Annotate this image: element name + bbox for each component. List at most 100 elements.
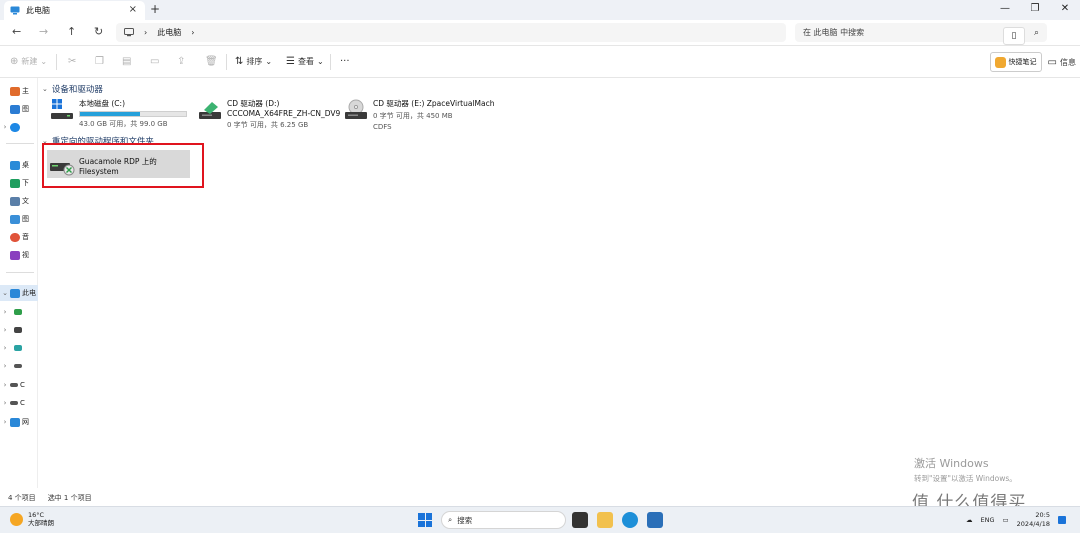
- share-icon[interactable]: ⇪: [177, 56, 185, 67]
- toolbar-divider: [226, 54, 227, 70]
- highlight-box: [42, 143, 204, 188]
- breadcrumb-this-pc[interactable]: 此电脑: [157, 27, 181, 38]
- group-title: 设备和驱动器: [51, 85, 103, 95]
- drive-filesystem: CDFS: [373, 123, 392, 131]
- sidebar-item-desktop[interactable]: 桌: [0, 157, 38, 173]
- chevron-right-icon[interactable]: ›: [0, 381, 10, 389]
- drive-space-text: 0 字节 可用，共 6.25 GB: [227, 121, 309, 129]
- monitor-icon: [10, 6, 20, 15]
- window-controls: — ❐ ✕: [990, 0, 1080, 20]
- chevron-right-icon[interactable]: ›: [0, 123, 10, 131]
- details-button[interactable]: ▭ 信息: [1048, 57, 1076, 68]
- chevron-right-icon[interactable]: ›: [0, 308, 10, 316]
- sidebar-item-drive-d[interactable]: ›: [0, 322, 38, 338]
- sidebar-item-gallery[interactable]: 图: [0, 101, 38, 117]
- weather-widget[interactable]: 16°C 大部晴朗: [10, 511, 54, 527]
- video-icon: [10, 250, 20, 260]
- taskbar-search[interactable]: ⌕ 搜索: [441, 511, 566, 529]
- activation-watermark: 激活 Windows 转到"设置"以激活 Windows。: [914, 455, 1017, 484]
- sidebar-item-videos[interactable]: 视: [0, 247, 38, 263]
- chevron-right-icon: ›: [144, 28, 148, 37]
- up-arrow-icon[interactable]: ↑: [67, 25, 76, 38]
- more-options-icon[interactable]: ···: [340, 56, 350, 67]
- drive-label: CCCOMA_X64FRE_ZH-CN_DV9: [227, 109, 341, 118]
- back-arrow-icon[interactable]: ←: [12, 25, 21, 38]
- chevron-down-icon[interactable]: ⌄: [0, 289, 10, 297]
- sidebar-item-cd-drive-1[interactable]: › C: [0, 377, 38, 393]
- minimize-button[interactable]: —: [990, 0, 1020, 20]
- home-icon: [10, 86, 20, 96]
- chevron-down-icon: ⌄: [42, 85, 48, 93]
- weather-temp: 16°C: [28, 511, 45, 519]
- gallery-icon: [10, 104, 20, 114]
- clock[interactable]: 20:5 2024/4/18: [1017, 511, 1050, 529]
- sidebar-item-music[interactable]: 音: [0, 229, 38, 245]
- drive-usage-bar: [79, 111, 187, 117]
- view-icon: ☰: [286, 56, 295, 67]
- sidebar-item-home[interactable]: 主: [0, 83, 38, 99]
- search-icon: ⌕: [448, 515, 453, 524]
- chevron-down-icon: ⌄: [265, 57, 273, 66]
- tab-this-pc[interactable]: 此电脑 ×: [4, 1, 145, 20]
- chevron-right-icon[interactable]: ›: [0, 362, 10, 370]
- task-view-icon[interactable]: [572, 512, 588, 528]
- cd-drive-icon: [344, 98, 368, 122]
- drive-item-d[interactable]: CD 驱动器 (D:) CCCOMA_X64FRE_ZH-CN_DV9 0 字节…: [198, 98, 340, 130]
- sidebar-item-network[interactable]: › 网: [0, 414, 38, 430]
- sidebar-item-cd-drive-2[interactable]: › C: [0, 395, 38, 411]
- sidebar-item-onedrive[interactable]: ›: [0, 119, 38, 135]
- toolbar-divider: [56, 54, 57, 70]
- sidebar-item-this-pc[interactable]: ⌄ 此电: [0, 285, 38, 301]
- drive-icon: [14, 327, 22, 333]
- forward-arrow-icon[interactable]: →: [39, 25, 48, 38]
- store-icon[interactable]: [647, 512, 663, 528]
- cloud-icon[interactable]: ☁: [966, 516, 973, 524]
- breadcrumb[interactable]: › 此电脑 ›: [116, 23, 786, 42]
- monitor-icon: [10, 288, 20, 298]
- sidebar-divider: [6, 143, 34, 144]
- new-tab-button[interactable]: +: [150, 2, 160, 16]
- copy-icon[interactable]: ❐: [95, 56, 104, 67]
- taskbar-search-label: 搜索: [457, 515, 473, 525]
- cd-drive-icon: [10, 383, 18, 387]
- edge-icon[interactable]: [622, 512, 638, 528]
- refresh-icon[interactable]: ↻: [94, 25, 103, 38]
- drive-item-c[interactable]: 本地磁盘 (C:) 43.0 GB 可用，共 99.0 GB: [50, 98, 187, 129]
- windows-start-icon[interactable]: [418, 513, 432, 527]
- chevron-right-icon[interactable]: ›: [0, 326, 10, 334]
- sidebar-item-pictures[interactable]: 图: [0, 211, 38, 227]
- network-icon[interactable]: ▭: [1003, 516, 1009, 524]
- sort-button[interactable]: ⇅ 排序 ⌄: [235, 56, 272, 67]
- cut-icon[interactable]: ✂: [68, 56, 76, 67]
- chevron-right-icon[interactable]: ›: [0, 418, 10, 426]
- drive-item-e[interactable]: CD 驱动器 (E:) ZpaceVirtualMach 0 字节 可用，共 4…: [344, 98, 494, 131]
- delete-icon[interactable]: 🗑: [205, 56, 218, 67]
- restore-button[interactable]: ❐: [1020, 0, 1050, 20]
- close-button[interactable]: ✕: [1050, 0, 1080, 20]
- new-button[interactable]: ⊕ 新建 ⌄: [10, 56, 47, 67]
- chevron-right-icon: ›: [191, 28, 195, 37]
- view-button[interactable]: ☰ 查看 ⌄: [286, 56, 324, 67]
- rename-icon[interactable]: ▭: [150, 56, 159, 67]
- file-explorer-icon[interactable]: [597, 512, 613, 528]
- chevron-right-icon[interactable]: ›: [0, 399, 10, 407]
- watermark-title: 激活 Windows: [914, 457, 989, 470]
- sidebar-item-drive-e[interactable]: ›: [0, 340, 38, 356]
- drive-icon: [14, 345, 22, 351]
- sidebar-item-downloads[interactable]: 下: [0, 175, 38, 191]
- chevron-right-icon[interactable]: ›: [0, 344, 10, 352]
- sidebar-item-documents[interactable]: 文: [0, 193, 38, 209]
- language-indicator[interactable]: ENG: [980, 516, 994, 524]
- notification-icon[interactable]: [1058, 516, 1066, 524]
- address-bar: ← → ↑ ↻ › 此电脑 › 在 此电脑 中搜索 ⌕: [0, 20, 1080, 46]
- paste-icon[interactable]: ▤: [122, 56, 131, 67]
- clock-date: 2024/4/18: [1016, 520, 1050, 528]
- copy-icon[interactable]: ▯: [1003, 27, 1025, 45]
- quick-notes-button[interactable]: 快捷笔记: [989, 52, 1042, 72]
- tab-close-icon[interactable]: ×: [129, 4, 137, 15]
- group-header-devices[interactable]: ⌄ 设备和驱动器: [42, 83, 103, 95]
- picture-icon: [10, 214, 20, 224]
- search-placeholder: 在 此电脑 中搜索: [803, 28, 865, 37]
- sidebar-item-drive-c[interactable]: ›: [0, 304, 38, 320]
- sidebar-item-network-drive[interactable]: ›: [0, 358, 38, 374]
